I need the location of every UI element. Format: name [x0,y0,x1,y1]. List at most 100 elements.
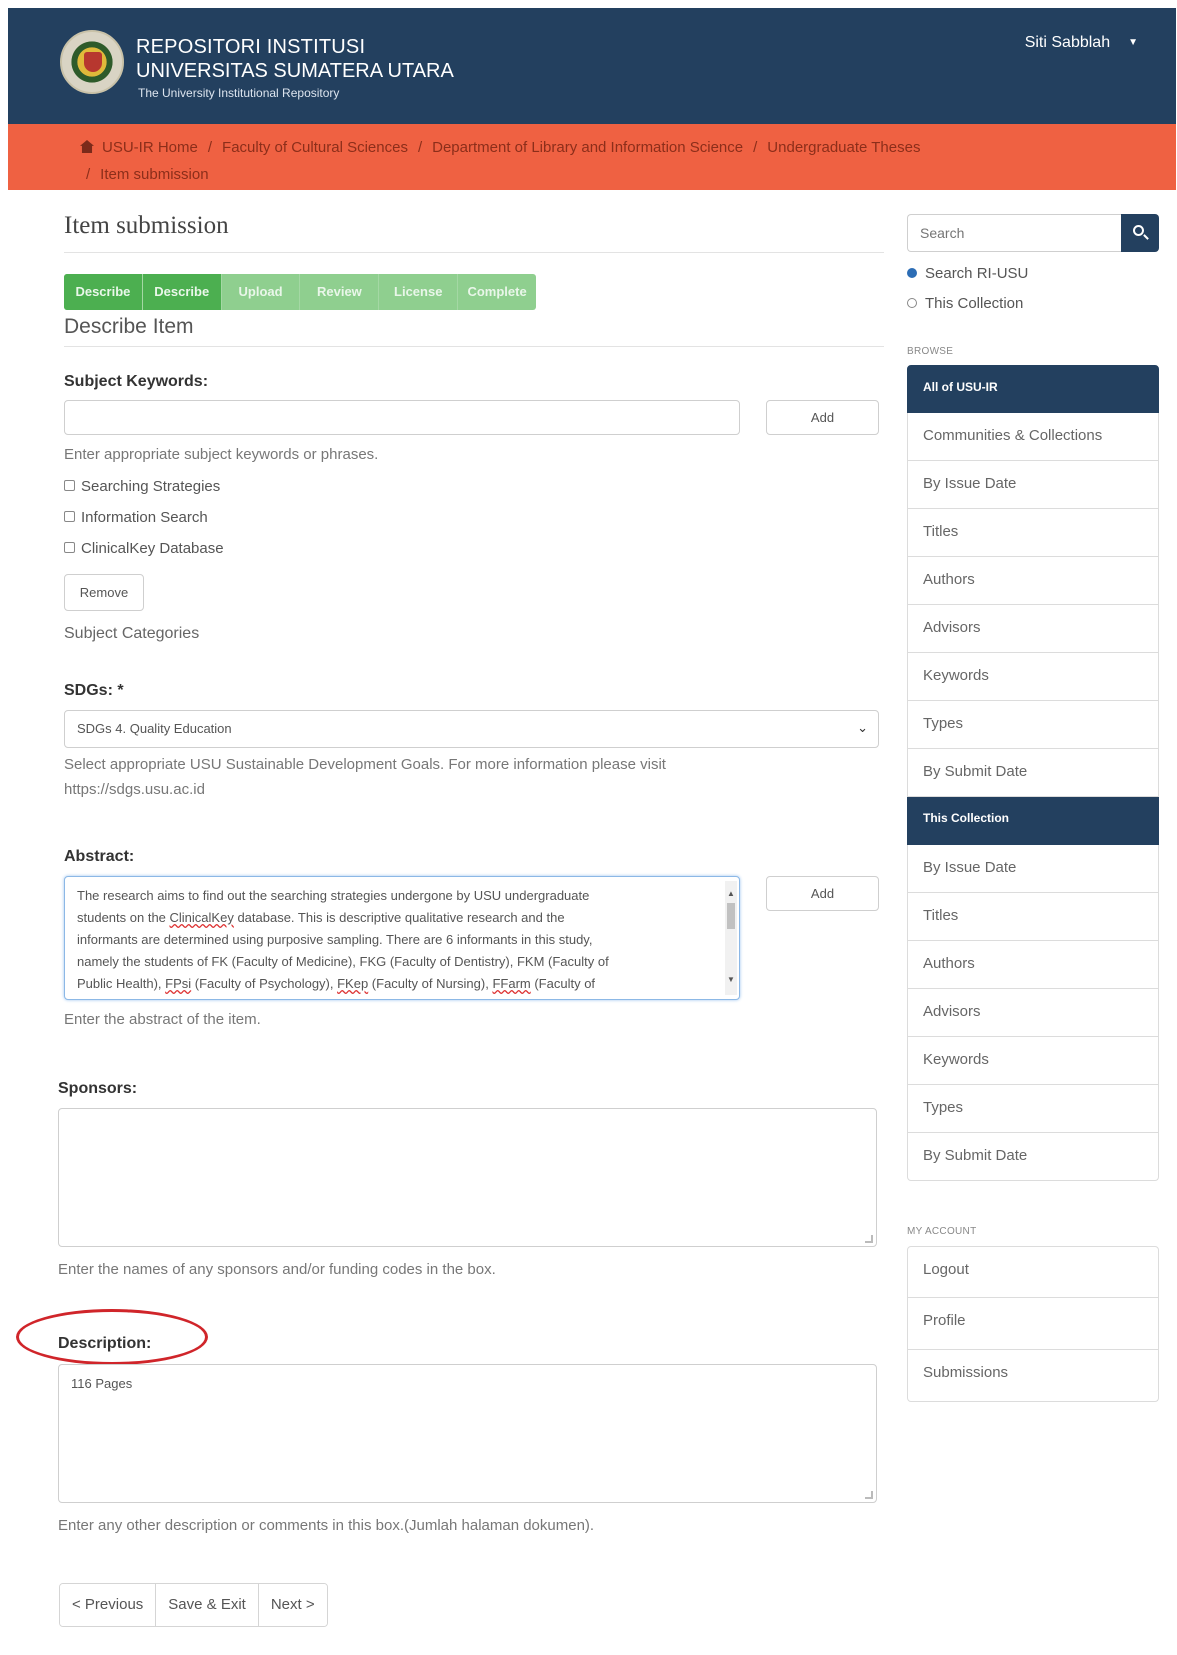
collection-by-submit-date[interactable]: By Submit Date [907,1133,1159,1181]
abstract-line: The research aims to find out the search… [77,888,590,903]
browse-heading: BROWSE [907,346,954,357]
this-collection-header: This Collection [907,797,1159,845]
breadcrumb-collection[interactable]: Undergraduate Theses [767,139,920,156]
progress-step-complete: Complete [467,284,527,299]
scroll-down-icon[interactable]: ▼ [727,969,735,991]
user-name: Siti Sabblah [1024,34,1111,51]
sponsors-textarea[interactable] [58,1108,877,1247]
browse-all-header: All of USU-IR [907,365,1159,413]
breadcrumb-department[interactable]: Department of Library and Information Sc… [432,139,743,156]
scroll-up-icon[interactable]: ▲ [727,883,735,905]
breadcrumb-separator: / [86,166,91,183]
breadcrumb-faculty[interactable]: Faculty of Cultural Sciences [222,139,408,156]
remove-keyword-button[interactable]: Remove [64,574,144,611]
logout-link[interactable]: Logout [907,1246,1159,1298]
collection-by-issue-date[interactable]: By Issue Date [907,845,1159,893]
progress-step-describe-1[interactable]: Describe [64,274,143,310]
chevron-down-icon: ⌄ [857,720,868,735]
description-textarea[interactable]: 116 Pages [58,1364,877,1503]
sidebar-search-input[interactable] [907,214,1121,252]
sdgs-select[interactable]: SDGs 4. Quality Education ⌄ [64,710,879,748]
keyword-entry[interactable]: ClinicalKey Database [64,540,224,557]
submissions-link[interactable]: Submissions [907,1350,1159,1402]
description-label: Description: [58,1335,152,1352]
scroll-thumb[interactable] [727,903,735,929]
checkbox[interactable] [64,511,75,522]
browse-by-submit-date[interactable]: By Submit Date [907,749,1159,797]
browse-titles[interactable]: Titles [907,509,1159,557]
user-menu[interactable]: Siti Sabblah ▼ [1025,34,1138,52]
progress-step-describe-2[interactable]: Describe [142,274,222,310]
breadcrumb-bar: USU-IR Home / Faculty of Cultural Sciences… [8,124,1176,190]
subject-keywords-label: Subject Keywords: [64,373,209,390]
previous-button[interactable]: < Previous [60,1584,157,1626]
browse-communities-collections[interactable]: Communities & Collections [907,413,1159,461]
brand-title-line1[interactable]: REPOSITORI INSTITUSI [136,36,365,59]
browse-types[interactable]: Types [907,701,1159,749]
breadcrumb-separator: / [753,139,758,156]
breadcrumb: USU-IR Home / Faculty of Cultural Sciences… [80,134,1160,188]
scope-option-all[interactable]: Search RI-USU [907,265,1028,282]
browse-advisors[interactable]: Advisors [907,605,1159,653]
add-abstract-button[interactable]: Add [766,876,879,911]
my-account-heading: MY ACCOUNT [907,1226,977,1237]
subject-keywords-help: Enter appropriate subject keywords or ph… [64,446,379,463]
radio-button[interactable] [907,268,917,278]
checkbox[interactable] [64,480,75,491]
abstract-label: Abstract: [64,848,135,865]
collection-authors[interactable]: Authors [907,941,1159,989]
breadcrumb-current: Item submission [100,166,209,183]
home-icon [80,140,94,153]
keyword-entry[interactable]: Searching Strategies [64,478,220,495]
browse-authors[interactable]: Authors [907,557,1159,605]
submission-pager: < Previous Save & Exit Next > [59,1583,328,1627]
add-keyword-button[interactable]: Add [766,400,879,435]
scope-option-collection[interactable]: This Collection [907,295,1023,312]
collection-advisors[interactable]: Advisors [907,989,1159,1037]
sdgs-help-link[interactable]: https://sdgs.usu.ac.id [64,777,205,802]
browse-keywords[interactable]: Keywords [907,653,1159,701]
divider [64,252,884,253]
breadcrumb-separator: / [417,139,423,156]
keyword-entry-label: Searching Strategies [81,478,221,495]
browse-all-list: All of USU-IR Communities & Collections … [907,365,1159,1181]
checkbox[interactable] [64,542,75,553]
description-value: 116 Pages [71,1376,133,1391]
progress-step-upload: Upload [222,274,301,310]
search-icon [1133,225,1144,236]
brand-title-line2[interactable]: UNIVERSITAS SUMATERA UTARA [136,60,454,83]
site-header: REPOSITORI INSTITUSI UNIVERSITAS SUMATER… [8,8,1176,124]
subject-keywords-input[interactable] [64,400,740,435]
keyword-entry-label: Information Search [81,509,208,526]
subject-categories-link[interactable]: Subject Categories [64,621,199,646]
breadcrumb-separator: / [207,139,213,156]
sponsors-help: Enter the names of any sponsors and/or f… [58,1261,496,1278]
collection-types[interactable]: Types [907,1085,1159,1133]
radio-button[interactable] [907,298,917,308]
keyword-entry[interactable]: Information Search [64,509,208,526]
abstract-line: namely the students of FK (Faculty of Me… [77,954,609,969]
profile-link[interactable]: Profile [907,1298,1159,1350]
university-logo[interactable] [60,30,124,94]
abstract-line: Public Health), FPsi (Faculty of Psychol… [77,976,596,991]
search-button[interactable] [1121,214,1159,252]
divider [64,346,884,347]
page-title: Item submission [64,212,229,239]
description-help: Enter any other description or comments … [58,1517,595,1534]
abstract-textarea[interactable]: The research aims to find out the search… [64,876,740,1000]
breadcrumb-home[interactable]: USU-IR Home [102,139,198,156]
section-title: Describe Item [64,315,194,338]
brand-tagline: The University Institutional Repository [138,86,340,100]
caret-down-icon: ▼ [1128,37,1138,49]
submission-progress: Describe Describe Upload Review License … [64,274,536,310]
save-exit-button[interactable]: Save & Exit [156,1584,259,1626]
next-button[interactable]: Next > [258,1584,327,1626]
resize-handle[interactable] [865,1491,873,1499]
sdgs-selected-value: SDGs 4. Quality Education [77,721,232,736]
collection-titles[interactable]: Titles [907,893,1159,941]
collection-keywords[interactable]: Keywords [907,1037,1159,1085]
abstract-help: Enter the abstract of the item. [64,1011,261,1028]
resize-handle[interactable] [865,1235,873,1243]
abstract-scrollbar[interactable]: ▲ ▼ [725,881,737,995]
browse-by-issue-date[interactable]: By Issue Date [907,461,1159,509]
